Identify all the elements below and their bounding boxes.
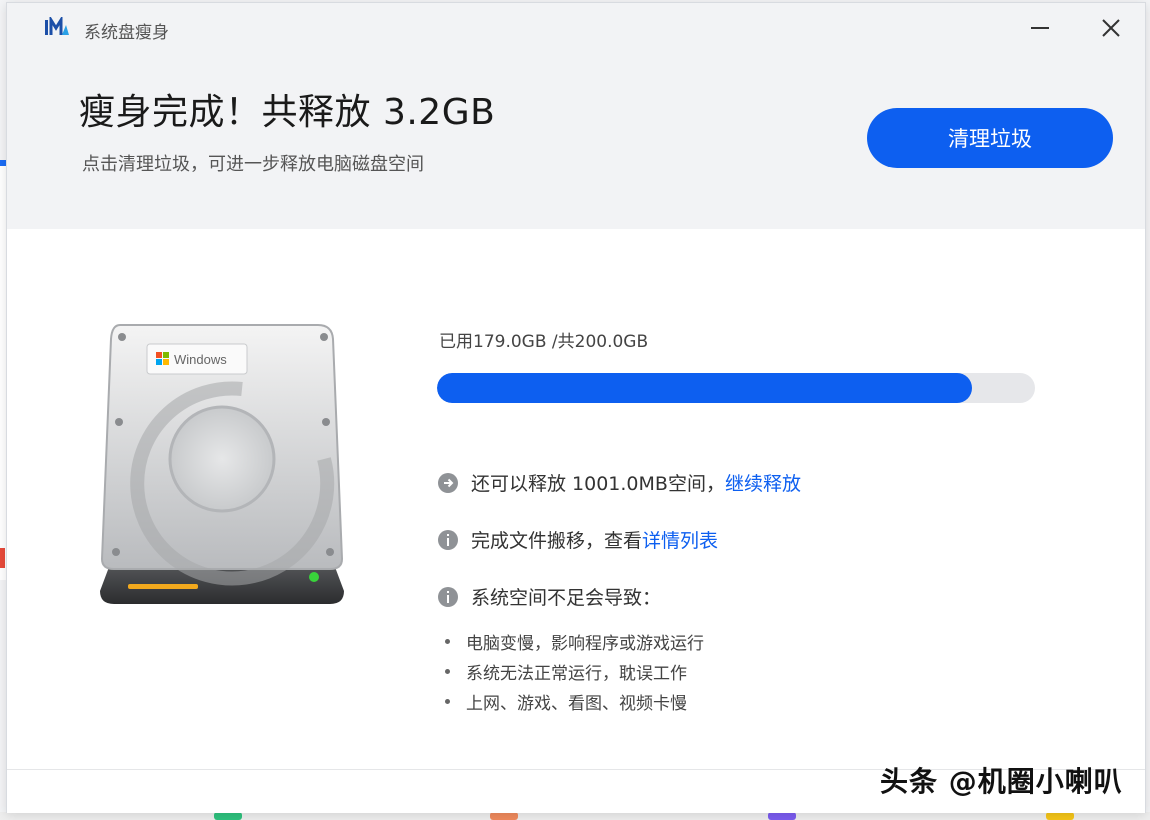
window-title: 系统盘瘦身: [84, 23, 169, 43]
background-tile: [490, 812, 518, 820]
title-bar: 系统盘瘦身: [7, 3, 1145, 53]
warning-text: 系统空间不足会导致：: [471, 587, 662, 609]
release-more-text: 还可以释放 1001.0MB空间，: [471, 473, 725, 495]
warning-consequence-list: 电脑变慢，影响程序或游戏运行 系统无法正常运行，耽误工作 上网、游戏、看图、视频…: [445, 626, 704, 716]
file-move-row: 完成文件搬移，查看 详情列表: [437, 526, 718, 553]
info-circle-icon: [438, 586, 458, 607]
details-list-link[interactable]: 详情列表: [642, 526, 718, 553]
minimize-button[interactable]: [1023, 13, 1057, 43]
watermark: 头条 @机圈小喇叭: [880, 765, 1123, 798]
main-content: Windows 已用179.0GB /共200.0GB 还可以释放 1001.0…: [7, 229, 1145, 769]
disk-label: Windows: [174, 352, 227, 367]
close-button[interactable]: [1094, 13, 1128, 43]
continue-release-link[interactable]: 继续释放: [725, 469, 801, 496]
result-subline: 点击清理垃圾，可进一步释放电脑磁盘空间: [82, 154, 424, 175]
disk-usage-text: 已用179.0GB /共200.0GB: [439, 332, 649, 352]
close-icon: [1102, 19, 1120, 37]
app-logo-icon: [45, 17, 69, 35]
result-headline: 瘦身完成！共释放 3.2GB: [79, 92, 496, 133]
warning-row: 系统空间不足会导致：: [437, 583, 661, 610]
background-badge-mark: [0, 548, 5, 568]
result-header: 瘦身完成！共释放 3.2GB 点击清理垃圾，可进一步释放电脑磁盘空间 清理垃圾: [7, 53, 1145, 229]
list-item: 上网、游戏、看图、视频卡慢: [445, 686, 704, 716]
disk-usage-fill: [437, 373, 973, 403]
file-move-text: 完成文件搬移，查看: [471, 530, 643, 552]
minimize-icon: [1031, 27, 1049, 29]
slim-disk-window: 系统盘瘦身 瘦身完成！共释放 3.2GB 点击清理垃圾，可进一步释放电脑磁盘空间…: [6, 2, 1146, 813]
disk-usage-bar: [437, 373, 1035, 403]
list-item: 电脑变慢，影响程序或游戏运行: [445, 626, 704, 656]
arrow-right-circle-icon: [438, 472, 458, 493]
background-tile: [768, 812, 796, 820]
release-more-row: 还可以释放 1001.0MB空间， 继续释放: [437, 469, 801, 496]
hard-disk-icon: Windows: [100, 324, 344, 604]
info-circle-icon: [438, 529, 458, 550]
list-item: 系统无法正常运行，耽误工作: [445, 656, 704, 686]
clean-junk-button[interactable]: 清理垃圾: [867, 108, 1113, 168]
background-tile: [1046, 812, 1074, 820]
background-tile: [214, 812, 242, 820]
background-bottom-bar: [0, 812, 1150, 820]
